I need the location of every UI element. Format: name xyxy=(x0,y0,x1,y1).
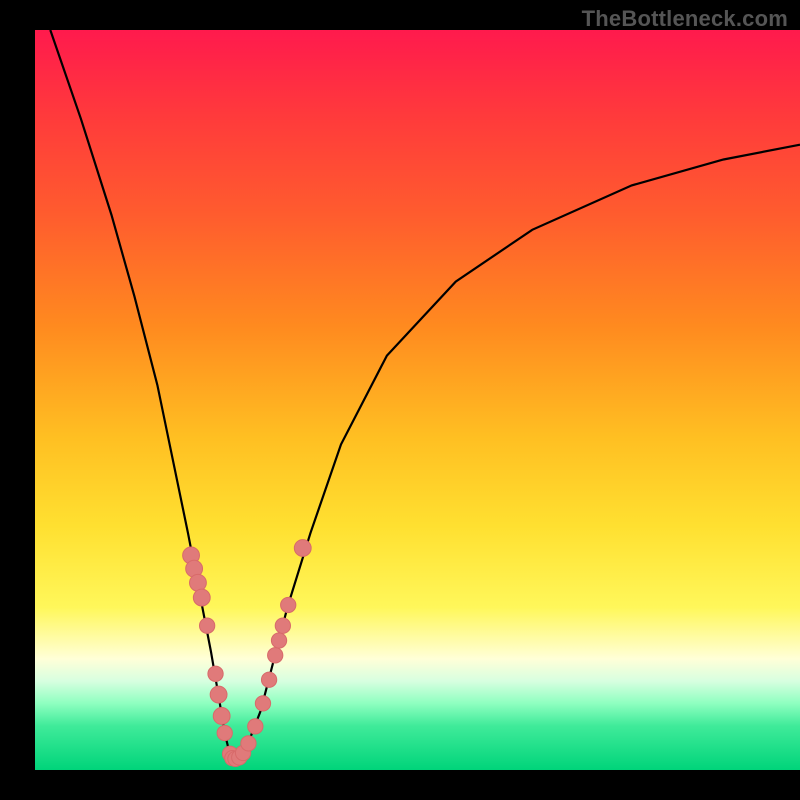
curve-marker xyxy=(255,696,270,711)
curve-marker xyxy=(241,736,256,751)
curve-marker xyxy=(268,648,283,663)
curve-marker xyxy=(275,618,290,633)
chart-frame: TheBottleneck.com xyxy=(0,0,800,800)
curve-marker xyxy=(281,597,296,612)
markers-group xyxy=(183,540,312,767)
bottleneck-curve xyxy=(50,30,800,759)
curve-marker xyxy=(208,666,223,681)
curve-marker xyxy=(271,633,286,648)
curve-marker xyxy=(248,719,263,734)
curve-svg xyxy=(35,30,800,770)
plot-area xyxy=(35,30,800,770)
curve-marker xyxy=(294,540,311,557)
curve-marker xyxy=(213,708,230,725)
curve-marker xyxy=(199,618,214,633)
curve-marker xyxy=(190,574,207,591)
watermark-text: TheBottleneck.com xyxy=(582,6,788,32)
curve-marker xyxy=(193,589,210,606)
curve-marker xyxy=(261,672,276,687)
curve-marker xyxy=(210,686,227,703)
curve-marker xyxy=(217,725,232,740)
